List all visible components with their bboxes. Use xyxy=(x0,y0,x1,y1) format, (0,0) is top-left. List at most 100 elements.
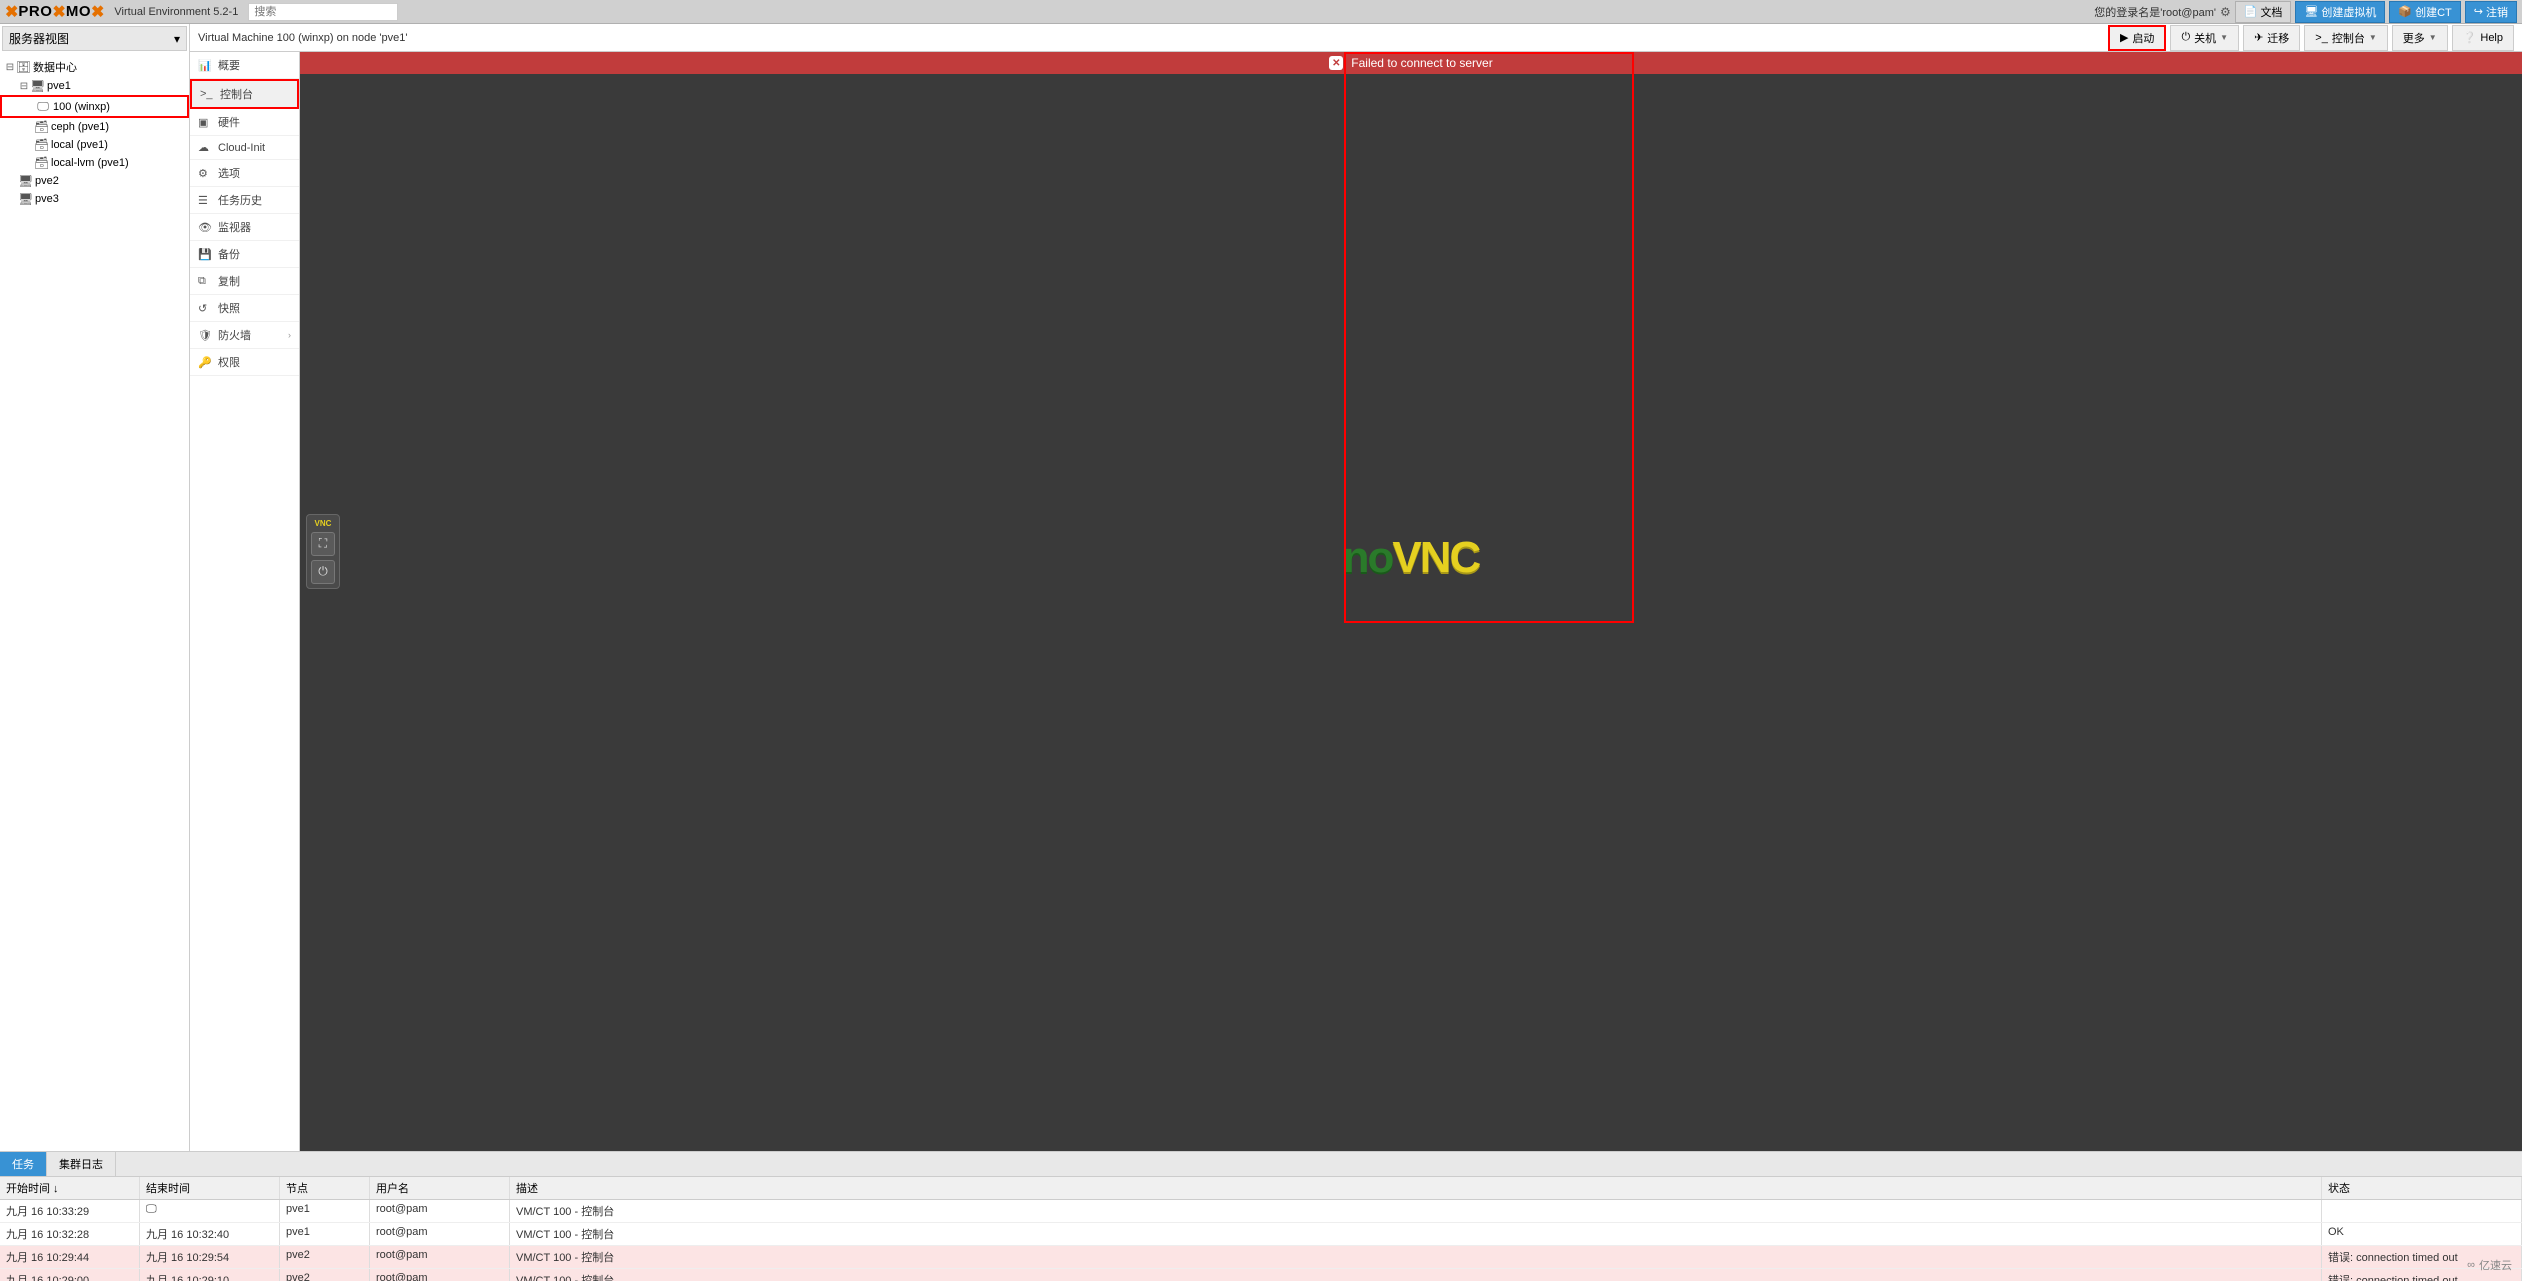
tree-view-label: 服务器视图 xyxy=(9,30,69,47)
create-ct-button[interactable]: 📦 创建CT xyxy=(2389,1,2460,23)
sidebar-item-summary[interactable]: 📊 概要 xyxy=(190,52,299,79)
novnc-vnc-text: VNC xyxy=(1392,533,1479,582)
task-table: 开始时间 ↓ 结束时间 节点 用户名 描述 状态 九月 16 10:33:29🖵… xyxy=(0,1177,2522,1281)
cell-user: root@pam xyxy=(370,1200,510,1222)
tree-node-pve1[interactable]: ⊟ 🖥 pve1 xyxy=(0,77,189,95)
more-button[interactable]: 更多 ▼ xyxy=(2392,25,2448,51)
key-icon: 🔑 xyxy=(198,356,212,369)
shutdown-button[interactable]: ⏻ 关机 ▼ xyxy=(2170,25,2239,51)
sidebar-item-options[interactable]: ⚙选项 xyxy=(190,160,299,187)
sidebar-item-label: 任务历史 xyxy=(218,192,262,208)
migrate-button[interactable]: ✈ 迁移 xyxy=(2243,25,2300,51)
vm-side-menu: 📊 概要 >_ 控制台 ▣硬件 ☁Cloud-Init ⚙选项 ☰任务历史 👁监视器… xyxy=(190,52,300,1151)
sidebar-item-monitor[interactable]: 👁监视器 xyxy=(190,214,299,241)
storage-icon: 🗃 xyxy=(34,120,48,134)
tree-storage-local-lvm[interactable]: 🗃 local-lvm (pve1) xyxy=(0,154,189,172)
cell-user: root@pam xyxy=(370,1269,510,1281)
help-button[interactable]: ❔ Help xyxy=(2452,25,2514,51)
summary-icon: 📊 xyxy=(198,59,212,72)
migrate-label: 迁移 xyxy=(2267,30,2289,46)
sidebar-item-backup[interactable]: 💾 备份 xyxy=(190,241,299,268)
tree-storage-ceph[interactable]: 🗃 ceph (pve1) xyxy=(0,118,189,136)
task-row[interactable]: 九月 16 10:29:44九月 16 10:29:54pve2root@pam… xyxy=(0,1246,2522,1269)
cell-end: 九月 16 10:29:10 xyxy=(140,1269,280,1281)
novnc-logo: noVNC xyxy=(1343,533,1480,583)
tree-node-pve2[interactable]: 🖥 pve2 xyxy=(0,172,189,190)
start-button[interactable]: ▶ 启动 xyxy=(2108,25,2166,51)
tree-label: local-lvm (pve1) xyxy=(51,157,129,169)
cell-end: 九月 16 10:29:54 xyxy=(140,1246,280,1268)
task-row[interactable]: 九月 16 10:32:28九月 16 10:32:40pve1root@pam… xyxy=(0,1223,2522,1246)
task-row[interactable]: 九月 16 10:29:00九月 16 10:29:10pve2root@pam… xyxy=(0,1269,2522,1281)
sidebar-item-replication[interactable]: ⧉复制 xyxy=(190,268,299,295)
tree-storage-local[interactable]: 🗃 local (pve1) xyxy=(0,136,189,154)
logo-x-icon: ✖ xyxy=(52,2,65,22)
sidebar-item-label: 备份 xyxy=(218,246,240,262)
app-header: ✖ PRO ✖ MO ✖ Virtual Environment 5.2-1 您… xyxy=(0,0,2522,24)
col-end-time[interactable]: 结束时间 xyxy=(140,1177,280,1199)
console-button[interactable]: >_ 控制台 ▼ xyxy=(2304,25,2387,51)
col-node[interactable]: 节点 xyxy=(280,1177,370,1199)
novnc-toolbar: VNC ⛶ ⏻ xyxy=(306,514,340,589)
sidebar-item-taskhistory[interactable]: ☰任务历史 xyxy=(190,187,299,214)
server-icon: 🖥 xyxy=(18,192,32,206)
error-message: Failed to connect to server xyxy=(1351,56,1492,70)
sidebar-item-permissions[interactable]: 🔑权限 xyxy=(190,349,299,376)
tree-node-pve3[interactable]: 🖥 pve3 xyxy=(0,190,189,208)
terminal-icon: >_ xyxy=(200,88,214,100)
sidebar-item-label: 选项 xyxy=(218,165,240,181)
cell-node: pve2 xyxy=(280,1246,370,1268)
tab-cluster-log[interactable]: 集群日志 xyxy=(47,1152,116,1176)
logo: ✖ PRO ✖ MO ✖ xyxy=(5,2,104,22)
sidebar-item-hardware[interactable]: ▣硬件 xyxy=(190,109,299,136)
col-status[interactable]: 状态 xyxy=(2322,1177,2522,1199)
col-user[interactable]: 用户名 xyxy=(370,1177,510,1199)
login-user-label: 您的登录名是'root@pam' xyxy=(2094,4,2216,20)
sidebar-item-label: 控制台 xyxy=(220,86,253,102)
history-icon: ↺ xyxy=(198,302,212,315)
sidebar-item-console[interactable]: >_ 控制台 xyxy=(190,79,299,109)
spinner-icon: 🖵 xyxy=(146,1203,157,1216)
sidebar-item-firewall[interactable]: 🛡防火墙› xyxy=(190,322,299,349)
chevron-down-icon: ▼ xyxy=(2429,33,2437,42)
docs-button[interactable]: 📄 文档 xyxy=(2235,1,2292,23)
cell-end: 🖵 xyxy=(140,1200,280,1222)
logout-button[interactable]: ↪ 注销 xyxy=(2465,1,2517,23)
tree-view-selector[interactable]: 服务器视图 ▾ xyxy=(2,26,187,51)
sidebar-item-label: 概要 xyxy=(218,57,240,73)
console-label: 控制台 xyxy=(2332,30,2365,46)
create-ct-label: 创建CT xyxy=(2415,4,2452,20)
tree-datacenter[interactable]: ⊟ 🗄 数据中心 xyxy=(0,57,189,77)
col-start-time[interactable]: 开始时间 ↓ xyxy=(0,1177,140,1199)
power-button[interactable]: ⏻ xyxy=(311,560,335,584)
gear-icon[interactable]: ⚙ xyxy=(2220,5,2231,19)
sidebar-item-snapshots[interactable]: ↺ 快照 xyxy=(190,295,299,322)
more-label: 更多 xyxy=(2403,30,2425,46)
resource-tree-panel: 服务器视图 ▾ ⊟ 🗄 数据中心 ⊟ 🖥 pve1 🖵 100 (winxp) … xyxy=(0,24,190,1151)
create-vm-button[interactable]: 🖥 创建虚拟机 xyxy=(2295,1,2385,23)
cell-node: pve1 xyxy=(280,1200,370,1222)
cell-start: 九月 16 10:29:44 xyxy=(0,1246,140,1268)
save-icon: 💾 xyxy=(198,248,212,261)
shield-icon: 🛡 xyxy=(198,329,212,342)
collapse-icon[interactable]: ⊟ xyxy=(4,62,16,73)
search-input[interactable] xyxy=(248,3,398,21)
cell-desc: VM/CT 100 - 控制台 xyxy=(510,1269,2322,1281)
task-row[interactable]: 九月 16 10:33:29🖵pve1root@pamVM/CT 100 - 控… xyxy=(0,1200,2522,1223)
cell-node: pve2 xyxy=(280,1269,370,1281)
tab-tasks[interactable]: 任务 xyxy=(0,1152,47,1176)
server-icon: 🖥 xyxy=(30,79,44,93)
col-desc[interactable]: 描述 xyxy=(510,1177,2322,1199)
sidebar-item-cloudinit[interactable]: ☁Cloud-Init xyxy=(190,136,299,160)
sidebar-item-label: 监视器 xyxy=(218,219,251,235)
collapse-icon[interactable]: ⊟ xyxy=(18,81,30,92)
watermark-text: 亿速云 xyxy=(2479,1257,2512,1273)
tree-vm-100[interactable]: 🖵 100 (winxp) xyxy=(0,95,189,118)
logo-x-icon: ✖ xyxy=(5,2,18,22)
chevron-down-icon: ▼ xyxy=(2369,33,2377,42)
fullscreen-button[interactable]: ⛶ xyxy=(311,532,335,556)
sidebar-item-label: 快照 xyxy=(218,300,240,316)
chevron-down-icon: ▾ xyxy=(174,32,180,46)
tree-label: 数据中心 xyxy=(33,59,77,75)
copy-icon: ⧉ xyxy=(198,275,212,288)
